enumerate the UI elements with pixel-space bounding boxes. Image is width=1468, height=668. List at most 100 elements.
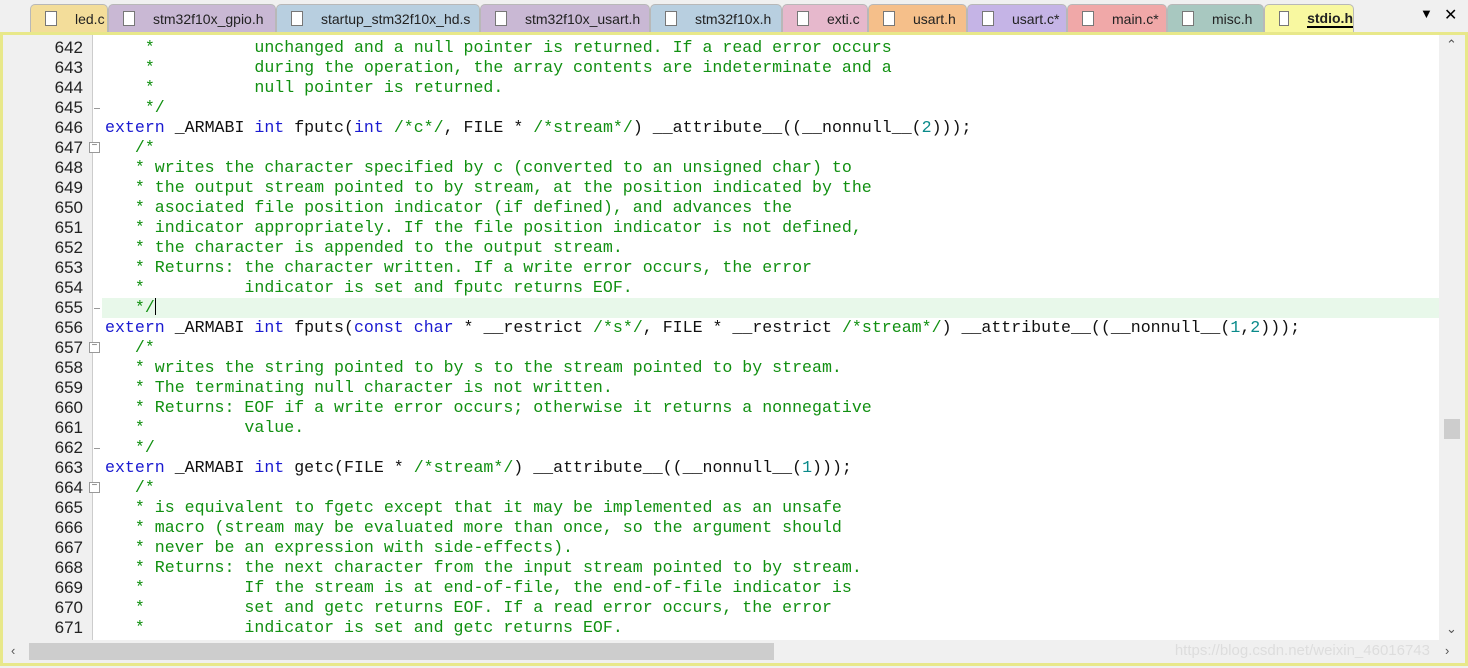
comment-token: */ [105,298,155,317]
vertical-scroll-thumb[interactable] [1444,419,1460,439]
code-token: _ARMABI [164,118,255,137]
comment-token: * writes the character specified by c (c… [105,158,852,177]
horizontal-scroll-thumb[interactable] [29,643,774,660]
tab-led-c[interactable]: led.c [30,4,108,32]
line-number: 665 [54,498,83,517]
code-editor[interactable]: 642 * unchanged and a null pointer is re… [0,32,1468,666]
code-line[interactable]: 657− /* [3,338,1439,358]
number-token: 2 [921,118,932,137]
line-number: 668 [54,558,83,577]
comment-token: * unchanged and a null pointer is return… [105,38,892,57]
code-text: * set and getc returns EOF. If a read er… [102,598,1439,618]
tab-misc-h[interactable]: misc.h [1167,4,1264,32]
code-line[interactable]: 653 * Returns: the character written. If… [3,258,1439,278]
code-line[interactable]: 646 extern _ARMABI int fputc(int /*c*/, F… [3,118,1439,138]
code-line[interactable]: 669 * If the stream is at end-of-file, t… [3,578,1439,598]
code-line[interactable]: 645 */ [3,98,1439,118]
code-line[interactable]: 660 * Returns: EOF if a write error occu… [3,398,1439,418]
fold-collapse-icon[interactable]: − [89,342,100,353]
code-line[interactable]: 650 * asociated file position indicator … [3,198,1439,218]
tab-label: main.c* [1112,10,1159,27]
file-icon [1082,11,1094,26]
tab-exti-c[interactable]: exti.c [782,4,868,32]
line-number: 645 [54,98,83,117]
line-number: 651 [54,218,83,237]
code-line[interactable]: 654 * indicator is set and fputc returns… [3,278,1439,298]
comment-token: * null pointer is returned. [105,78,504,97]
code-line[interactable]: 656 extern _ARMABI int fputs(const char *… [3,318,1439,338]
code-token: , [1240,318,1251,337]
file-icon [982,11,994,26]
tab-startup-stm32f10x-hd-s[interactable]: startup_stm32f10x_hd.s [276,4,480,32]
fold-collapse-icon[interactable]: − [89,142,100,153]
code-line[interactable]: 666 * macro (stream may be evaluated mor… [3,518,1439,538]
tab-label: stm32f10x_usart.h [525,10,641,27]
code-line[interactable]: 670 * set and getc returns EOF. If a rea… [3,598,1439,618]
tab-stm32f10x-h[interactable]: stm32f10x.h [650,4,782,32]
code-line[interactable]: 668 * Returns: the next character from t… [3,558,1439,578]
code-line[interactable]: 643 * during the operation, the array co… [3,58,1439,78]
code-line[interactable]: 664− /* [3,478,1439,498]
code-text: */ [102,298,1439,318]
comment-token: * never be an expression with side-effec… [105,538,574,557]
tab-usart-c-[interactable]: usart.c* [967,4,1067,32]
code-line[interactable]: 648 * writes the character specified by … [3,158,1439,178]
code-line[interactable]: 655 */ [3,298,1439,318]
fold-collapse-icon[interactable]: − [89,482,100,493]
tab-stm32f10x-gpio-h[interactable]: stm32f10x_gpio.h [108,4,276,32]
code-line[interactable]: 659 * The terminating null character is … [3,378,1439,398]
code-line[interactable]: 667 * never be an expression with side-e… [3,538,1439,558]
code-line[interactable]: 662 */ [3,438,1439,458]
tab-label: usart.c* [1012,10,1060,27]
code-line[interactable]: 651 * indicator appropriately. If the fi… [3,218,1439,238]
comment-token: /* [105,138,155,157]
code-text: * null pointer is returned. [102,78,1439,98]
line-number: 659 [54,378,83,397]
tab-usart-h[interactable]: usart.h [868,4,967,32]
code-line[interactable]: 663 extern _ARMABI int getc(FILE * /*stre… [3,458,1439,478]
code-line[interactable]: 665 * is equivalent to fgetc except that… [3,498,1439,518]
vertical-scrollbar[interactable]: ⌃ ⌄ [1439,35,1465,640]
comment-token: * is equivalent to fgetc except that it … [105,498,842,517]
code-line[interactable]: 647− /* [3,138,1439,158]
close-icon[interactable]: ✕ [1444,5,1457,25]
line-number: 647 [54,138,83,157]
code-line[interactable]: 658 * writes the string pointed to by s … [3,358,1439,378]
scroll-down-icon[interactable]: ⌄ [1446,621,1457,637]
code-line[interactable]: 649 * the output stream pointed to by st… [3,178,1439,198]
code-line[interactable]: 661 * value. [3,418,1439,438]
scroll-left-icon[interactable]: ‹ [11,643,15,658]
code-text: * is equivalent to fgetc except that it … [102,498,1439,518]
code-line[interactable]: 671 * indicator is set and getc returns … [3,618,1439,638]
tab-stm32f10x-usart-h[interactable]: stm32f10x_usart.h [480,4,650,32]
code-line[interactable]: 652 * the character is appended to the o… [3,238,1439,258]
line-number: 669 [54,578,83,597]
code-line[interactable]: 642 * unchanged and a null pointer is re… [3,38,1439,58]
scroll-right-icon[interactable]: › [1445,643,1449,658]
code-text: * writes the string pointed to by s to t… [102,358,1439,378]
horizontal-scrollbar[interactable]: ‹ https://blog.csdn.net/weixin_46016743 … [3,640,1465,663]
number-token: 1 [1230,318,1241,337]
scroll-up-icon[interactable]: ⌃ [1446,37,1457,53]
line-number: 656 [54,318,83,337]
comment-token: * Returns: the next character from the i… [105,558,862,577]
line-number: 648 [54,158,83,177]
number-token: 1 [802,458,813,477]
dropdown-icon[interactable]: ▼ [1420,6,1433,21]
tab-stdio-h[interactable]: stdio.h [1264,4,1354,32]
fold-end-marker [94,448,100,449]
code-text: /* [102,478,1439,498]
code-area[interactable]: 642 * unchanged and a null pointer is re… [3,38,1439,640]
comment-token: * the output stream pointed to by stream… [105,178,872,197]
comment-token: * value. [105,418,305,437]
file-icon [1279,11,1290,26]
line-number: 666 [54,518,83,537]
code-token: ))); [812,458,852,477]
file-icon [495,11,507,26]
tab-main-c-[interactable]: main.c* [1067,4,1167,32]
comment-token: * indicator is set and fputc returns EOF… [105,278,633,297]
code-text: * indicator appropriately. If the file p… [102,218,1439,238]
code-line[interactable]: 644 * null pointer is returned. [3,78,1439,98]
code-text: * asociated file position indicator (if … [102,198,1439,218]
